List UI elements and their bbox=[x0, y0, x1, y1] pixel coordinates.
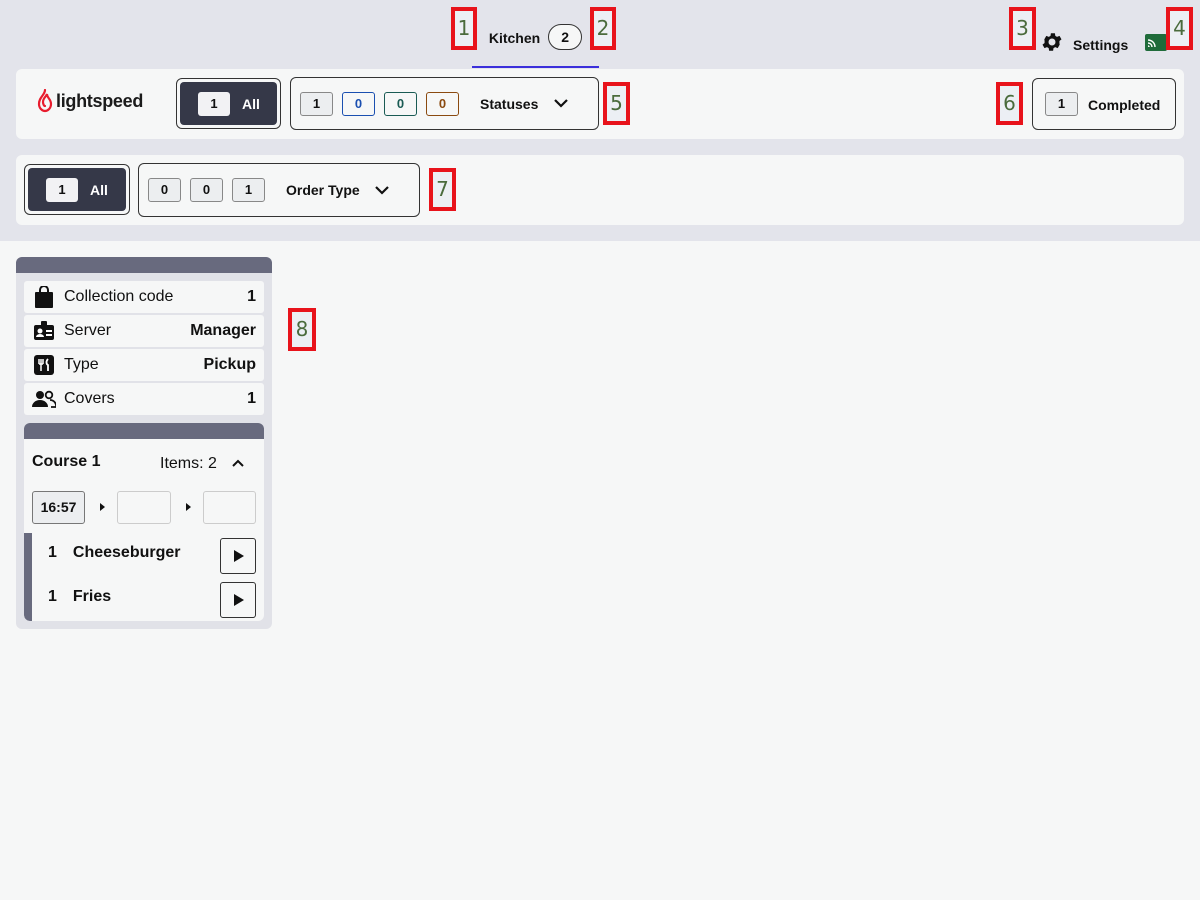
id-badge-icon bbox=[32, 319, 56, 343]
course-fired-time: 16:57 bbox=[32, 491, 85, 524]
order-type-chip-2: 0 bbox=[190, 178, 223, 202]
tab-kitchen[interactable]: Kitchen 2 bbox=[472, 20, 599, 68]
users-icon bbox=[32, 387, 56, 411]
arrow-right-icon bbox=[186, 503, 191, 511]
flame-icon bbox=[37, 89, 53, 113]
order-type-dropdown[interactable]: 0 0 1 Order Type bbox=[138, 163, 420, 217]
collection-code-key: Collection code bbox=[64, 288, 174, 305]
annotation-marker: 2 bbox=[590, 7, 616, 50]
status-all-filter-inner: 1 All bbox=[180, 82, 277, 125]
status-all-filter[interactable]: 1 All bbox=[176, 78, 281, 129]
completed-label: Completed bbox=[1088, 97, 1161, 113]
annotation-marker: 6 bbox=[996, 82, 1023, 125]
chevron-down-icon bbox=[553, 96, 569, 114]
course-done-time bbox=[203, 491, 256, 524]
cast-icon bbox=[1148, 39, 1156, 47]
item-qty: 1 bbox=[48, 544, 57, 561]
item-name: Fries bbox=[72, 588, 112, 605]
status-chip-1: 1 bbox=[300, 92, 333, 116]
info-row-server: Server Manager bbox=[24, 315, 264, 347]
order-type-all-filter[interactable]: 1 All bbox=[24, 164, 130, 215]
status-all-count: 1 bbox=[198, 91, 230, 116]
order-type-all-count: 1 bbox=[46, 177, 78, 202]
covers-key: Covers bbox=[64, 390, 115, 407]
annotation-marker: 7 bbox=[429, 168, 456, 211]
collection-code-value: 1 bbox=[247, 288, 256, 305]
type-value: Pickup bbox=[203, 356, 256, 373]
type-key: Type bbox=[64, 356, 99, 373]
tab-kitchen-label: Kitchen bbox=[488, 30, 541, 46]
chevron-down-icon bbox=[374, 183, 390, 201]
shopping-bag-icon bbox=[32, 285, 56, 309]
items-status-bar bbox=[24, 533, 32, 621]
status-chip-3: 0 bbox=[384, 92, 417, 116]
annotation-marker: 4 bbox=[1166, 7, 1193, 50]
statuses-label: Statuses bbox=[480, 96, 539, 112]
course-ready-time bbox=[117, 491, 171, 524]
course-title: Course 1 bbox=[32, 453, 101, 470]
start-item-button[interactable] bbox=[220, 538, 256, 574]
completed-filter[interactable]: 1 Completed bbox=[1032, 78, 1176, 130]
server-key: Server bbox=[64, 322, 112, 339]
statuses-dropdown[interactable]: 1 0 0 0 Statuses bbox=[290, 77, 599, 130]
annotation-marker: 8 bbox=[288, 308, 316, 351]
cast-button[interactable] bbox=[1145, 34, 1167, 51]
status-all-label: All bbox=[242, 95, 260, 112]
info-row-covers: Covers 1 bbox=[24, 383, 264, 415]
list-item: 1 Cheeseburger bbox=[48, 544, 181, 562]
course-items-count: Items: 2 bbox=[160, 455, 217, 472]
logo-text: lightspeed bbox=[56, 90, 144, 111]
course-section: Course 1 Items: 2 16:57 1 Cheeseburger 1… bbox=[24, 423, 264, 621]
lightspeed-logo: lightspeed bbox=[37, 89, 143, 113]
info-row-type: Type Pickup bbox=[24, 349, 264, 381]
course-header-bar bbox=[24, 423, 264, 439]
item-name: Cheeseburger bbox=[72, 544, 181, 561]
tab-kitchen-count: 2 bbox=[548, 24, 583, 50]
play-icon bbox=[234, 594, 244, 606]
arrow-right-icon bbox=[100, 503, 105, 511]
annotation-marker: 3 bbox=[1009, 7, 1036, 50]
item-qty: 1 bbox=[48, 588, 57, 605]
order-type-label: Order Type bbox=[286, 182, 360, 198]
list-item: 1 Fries bbox=[48, 588, 111, 606]
status-chip-4: 0 bbox=[426, 92, 459, 116]
start-item-button[interactable] bbox=[220, 582, 256, 618]
annotation-marker: 5 bbox=[603, 82, 630, 125]
play-icon bbox=[234, 550, 244, 562]
status-chip-2: 0 bbox=[342, 92, 375, 116]
gear-icon bbox=[1040, 30, 1064, 59]
order-type-chip-3: 1 bbox=[232, 178, 265, 202]
order-type-all-filter-inner: 1 All bbox=[28, 168, 126, 211]
info-row-collection-code: Collection code 1 bbox=[24, 281, 264, 313]
completed-count: 1 bbox=[1045, 92, 1078, 116]
annotation-marker: 1 bbox=[451, 7, 477, 50]
settings-button[interactable]: Settings bbox=[1040, 30, 1128, 59]
utensils-icon bbox=[32, 353, 56, 377]
order-ticket-card[interactable]: Collection code 1 Server Manager Type Pi… bbox=[16, 257, 272, 629]
settings-label: Settings bbox=[1073, 36, 1129, 53]
chevron-up-icon[interactable] bbox=[230, 455, 246, 471]
covers-value: 1 bbox=[247, 390, 256, 407]
order-type-all-label: All bbox=[90, 181, 108, 198]
ticket-header-bar bbox=[16, 257, 272, 273]
order-type-chip-1: 0 bbox=[148, 178, 181, 202]
server-value: Manager bbox=[190, 322, 256, 339]
